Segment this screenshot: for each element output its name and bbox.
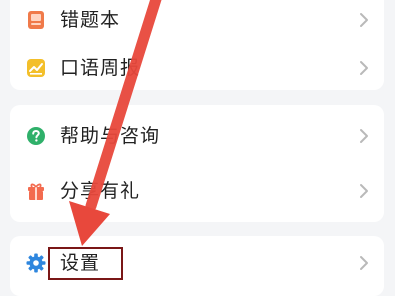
- question-circle-icon: [26, 126, 46, 146]
- chevron-right-icon: [358, 127, 370, 145]
- chevron-right-icon: [358, 254, 370, 272]
- menu-item-label: 分享有礼: [60, 180, 141, 202]
- menu-item-label: 帮助与咨询: [60, 125, 161, 147]
- menu-card-middle: 帮助与咨询 分享有礼: [10, 105, 384, 222]
- gear-icon: [26, 253, 46, 273]
- menu-card-top: 错题本 口语周报: [10, 0, 384, 90]
- settings-highlight-box: [48, 247, 123, 280]
- gift-icon: [26, 181, 46, 201]
- chevron-right-icon: [358, 59, 370, 77]
- menu-item-help-consult[interactable]: 帮助与咨询: [10, 112, 384, 160]
- menu-item-speaking-weekly[interactable]: 口语周报: [10, 44, 384, 92]
- menu-item-label: 口语周报: [60, 57, 141, 79]
- menu-item-mistake-book[interactable]: 错题本: [10, 0, 384, 44]
- menu-item-label: 错题本: [60, 9, 121, 31]
- chevron-right-icon: [358, 11, 370, 29]
- notebook-icon: [26, 10, 46, 30]
- menu-item-share-gift[interactable]: 分享有礼: [10, 167, 384, 215]
- chevron-right-icon: [358, 182, 370, 200]
- trend-chart-icon: [26, 58, 46, 78]
